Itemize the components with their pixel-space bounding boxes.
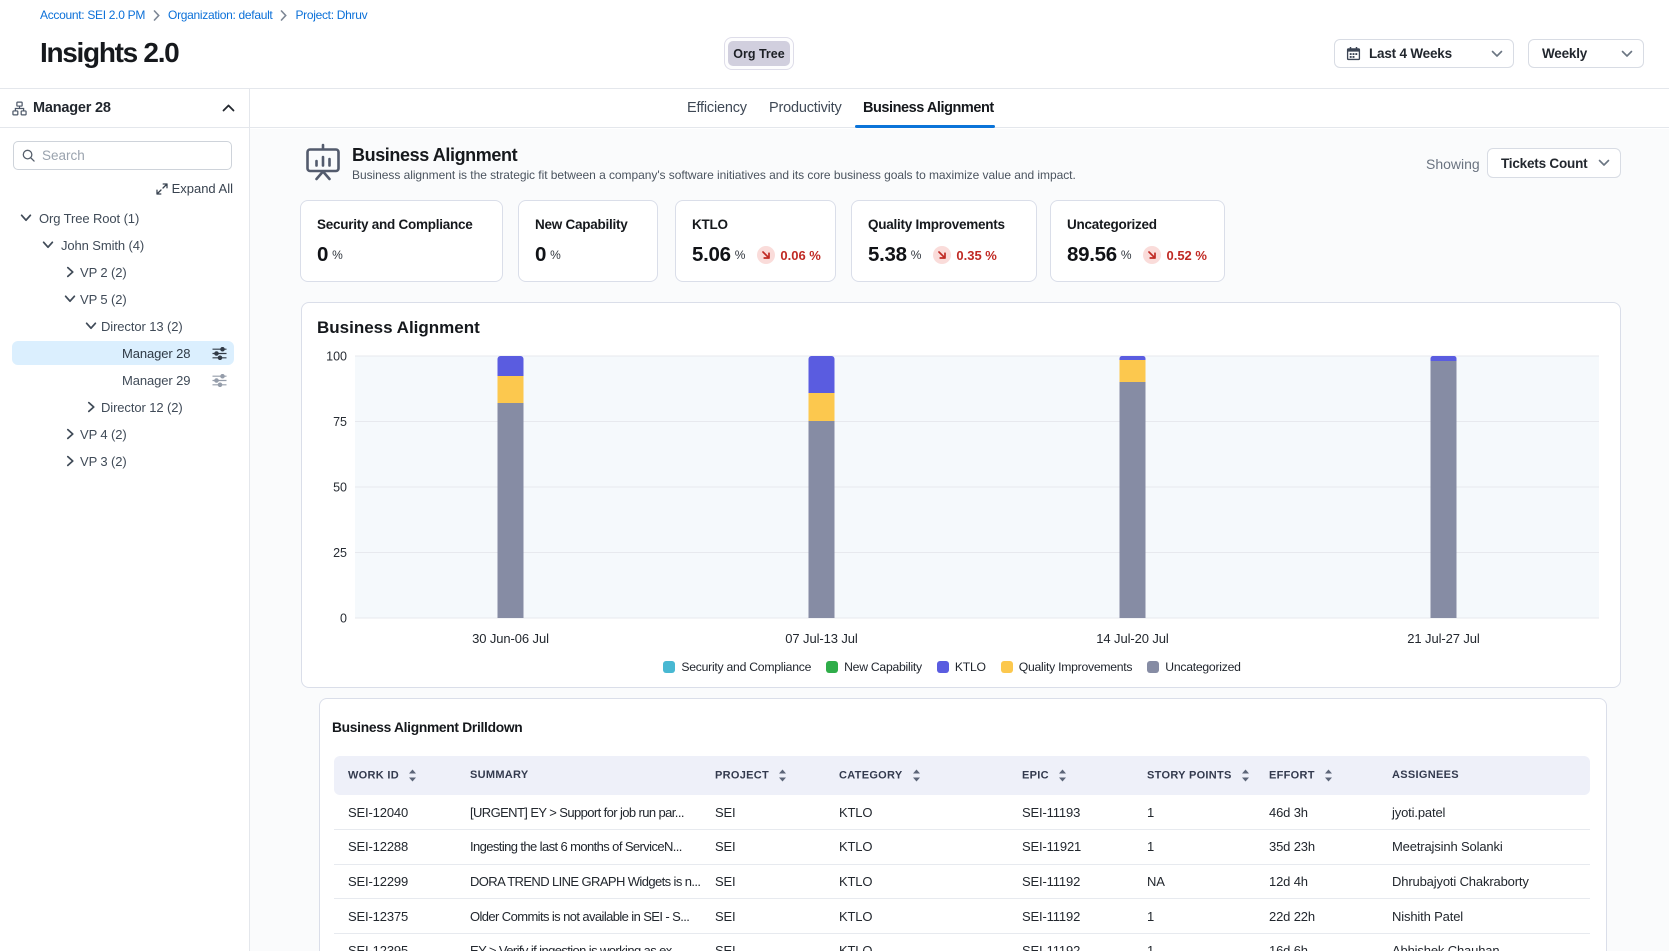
svg-text:30 Jun-06 Jul: 30 Jun-06 Jul [472, 631, 549, 646]
svg-text:0: 0 [340, 612, 347, 626]
svg-text:100: 100 [326, 350, 347, 364]
svg-text:07 Jul-13 Jul: 07 Jul-13 Jul [785, 631, 858, 646]
svg-text:50: 50 [333, 481, 347, 495]
svg-text:21 Jul-27 Jul: 21 Jul-27 Jul [1407, 631, 1480, 646]
svg-text:75: 75 [333, 415, 347, 429]
svg-text:25: 25 [333, 546, 347, 560]
svg-text:14 Jul-20 Jul: 14 Jul-20 Jul [1096, 631, 1169, 646]
